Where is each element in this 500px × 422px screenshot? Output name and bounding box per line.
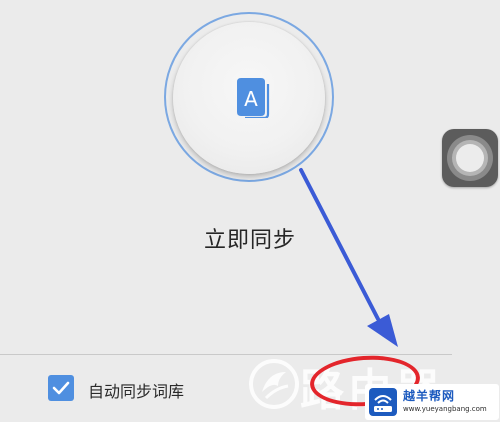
auto-sync-checkbox[interactable] <box>48 375 74 401</box>
book-icon-letter: A <box>244 87 258 111</box>
assistive-touch-inner-dot <box>456 144 484 172</box>
checkmark-icon <box>52 381 70 395</box>
sync-now-label[interactable]: 立即同步 <box>190 222 310 254</box>
auto-sync-label[interactable]: 自动同步词库 <box>88 378 184 402</box>
book-a-icon: A <box>237 78 270 118</box>
watermark-badge: 越羊帮网 www.yueyangbang.com <box>365 384 499 420</box>
sync-screen: A 立即同步 自动同步词库 路由器 越羊帮网 www.yueyangbang.c… <box>0 0 500 422</box>
watermark-url: www.yueyangbang.com <box>403 405 487 413</box>
watermark-brand: 越羊帮网 <box>403 389 456 403</box>
router-icon <box>369 388 397 416</box>
watermark-logo-icon <box>249 359 299 409</box>
assistive-touch-icon[interactable] <box>442 129 498 187</box>
